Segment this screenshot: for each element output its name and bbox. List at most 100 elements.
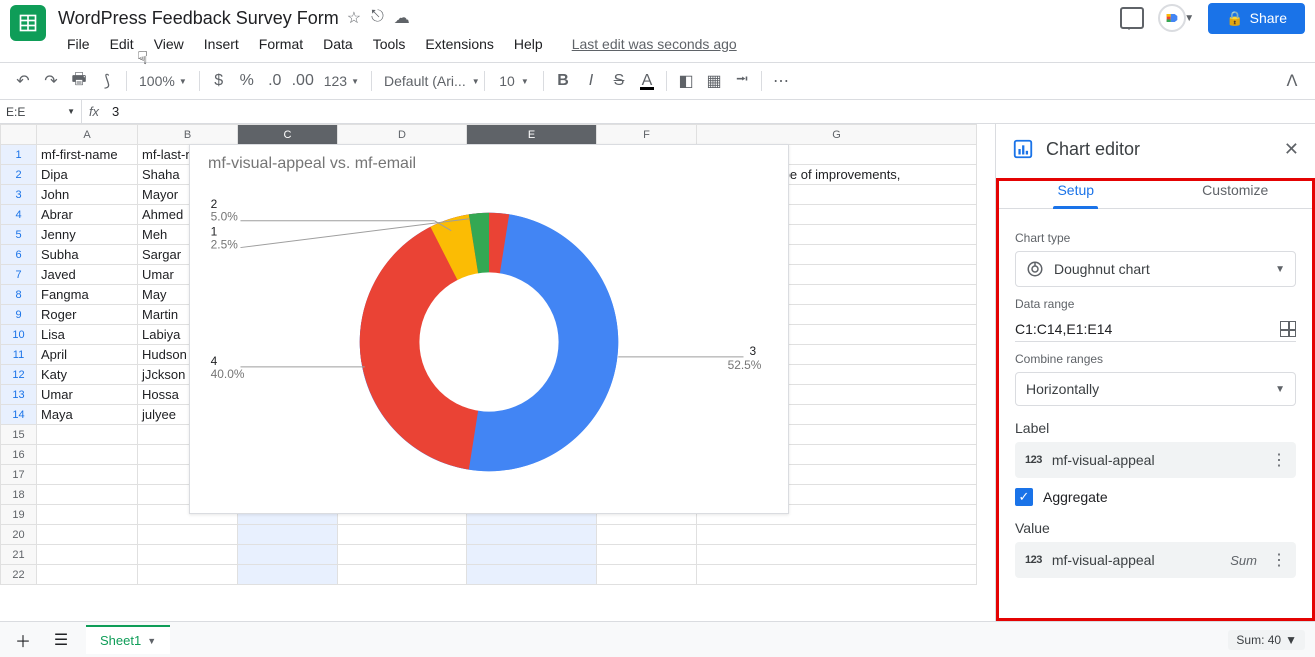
row-header-13[interactable]: 13 bbox=[1, 385, 37, 405]
cell[interactable]: John bbox=[37, 185, 138, 205]
cell[interactable] bbox=[238, 525, 338, 545]
text-color-button[interactable]: A bbox=[634, 68, 660, 94]
menu-help[interactable]: Help bbox=[505, 32, 552, 56]
cloud-icon[interactable]: ☁ bbox=[394, 8, 410, 28]
meet-icon[interactable] bbox=[1158, 4, 1186, 32]
cell[interactable] bbox=[37, 505, 138, 525]
star-icon[interactable]: ☆ bbox=[347, 8, 361, 28]
sum-indicator[interactable]: Sum: 40▼ bbox=[1228, 630, 1305, 650]
row-header-17[interactable]: 17 bbox=[1, 465, 37, 485]
close-editor-button[interactable]: ✕ bbox=[1284, 139, 1299, 160]
cell[interactable]: Abrar bbox=[37, 205, 138, 225]
undo-button[interactable]: ↶ bbox=[10, 68, 36, 94]
cell[interactable] bbox=[37, 465, 138, 485]
fill-color-button[interactable]: ◧ bbox=[673, 68, 699, 94]
value-chip[interactable]: 123 mf-visual-appeal Sum ⋮ bbox=[1015, 542, 1296, 578]
cell[interactable] bbox=[37, 445, 138, 465]
menu-file[interactable]: File bbox=[58, 32, 99, 56]
cell[interactable]: Subha bbox=[37, 245, 138, 265]
italic-button[interactable]: I bbox=[578, 68, 604, 94]
cell[interactable] bbox=[467, 565, 597, 585]
cell[interactable] bbox=[138, 565, 238, 585]
value-more-icon[interactable]: ⋮ bbox=[1271, 550, 1286, 570]
combine-ranges-select[interactable]: Horizontally▼ bbox=[1015, 372, 1296, 406]
move-icon[interactable]: ⎋ bbox=[371, 8, 384, 28]
col-header-F[interactable]: F bbox=[597, 125, 697, 145]
cell[interactable] bbox=[467, 525, 597, 545]
all-sheets-button[interactable]: ☰ bbox=[48, 627, 74, 653]
label-more-icon[interactable]: ⋮ bbox=[1271, 450, 1286, 470]
tab-setup[interactable]: Setup bbox=[996, 174, 1156, 208]
label-chip[interactable]: 123 mf-visual-appeal ⋮ bbox=[1015, 442, 1296, 478]
cell[interactable] bbox=[37, 565, 138, 585]
aggregate-checkbox[interactable]: ✓ Aggregate bbox=[1015, 488, 1296, 506]
cell[interactable] bbox=[238, 565, 338, 585]
cell[interactable] bbox=[467, 545, 597, 565]
menu-view[interactable]: View bbox=[145, 32, 193, 56]
share-button[interactable]: 🔒 Share bbox=[1208, 3, 1305, 34]
row-header-10[interactable]: 10 bbox=[1, 325, 37, 345]
row-header-6[interactable]: 6 bbox=[1, 245, 37, 265]
col-header-D[interactable]: D bbox=[338, 125, 467, 145]
cell[interactable] bbox=[37, 485, 138, 505]
row-header-12[interactable]: 12 bbox=[1, 365, 37, 385]
col-header-B[interactable]: B bbox=[138, 125, 238, 145]
cell[interactable] bbox=[138, 545, 238, 565]
cell[interactable]: Javed bbox=[37, 265, 138, 285]
row-header-4[interactable]: 4 bbox=[1, 205, 37, 225]
borders-button[interactable]: ▦ bbox=[701, 68, 727, 94]
collapse-toolbar-button[interactable]: ᐱ bbox=[1279, 68, 1305, 94]
menu-edit[interactable]: Edit bbox=[101, 32, 143, 56]
add-sheet-button[interactable]: ＋ bbox=[10, 627, 36, 653]
cell[interactable] bbox=[597, 545, 697, 565]
row-header-21[interactable]: 21 bbox=[1, 545, 37, 565]
menu-extensions[interactable]: Extensions bbox=[416, 32, 502, 56]
cell[interactable]: Katy bbox=[37, 365, 138, 385]
cell[interactable]: Maya bbox=[37, 405, 138, 425]
cell[interactable]: Roger bbox=[37, 305, 138, 325]
cell[interactable] bbox=[37, 545, 138, 565]
more-formats-select[interactable]: 123▼ bbox=[318, 71, 365, 91]
row-header-18[interactable]: 18 bbox=[1, 485, 37, 505]
cell[interactable]: Umar bbox=[37, 385, 138, 405]
cell[interactable] bbox=[338, 545, 467, 565]
increase-decimal-button[interactable]: .00 bbox=[290, 68, 316, 94]
formula-input[interactable]: 3 bbox=[106, 104, 1315, 119]
menu-data[interactable]: Data bbox=[314, 32, 362, 56]
row-header-8[interactable]: 8 bbox=[1, 285, 37, 305]
paint-format-button[interactable]: ⟆ bbox=[94, 68, 120, 94]
select-range-icon[interactable] bbox=[1280, 321, 1296, 337]
cell[interactable]: mf-first-name bbox=[37, 145, 138, 165]
row-header-19[interactable]: 19 bbox=[1, 505, 37, 525]
menu-tools[interactable]: Tools bbox=[364, 32, 415, 56]
cell[interactable] bbox=[697, 545, 977, 565]
redo-button[interactable]: ↷ bbox=[38, 68, 64, 94]
sheet-tab[interactable]: Sheet1▼ bbox=[86, 625, 170, 654]
row-header-7[interactable]: 7 bbox=[1, 265, 37, 285]
row-header-15[interactable]: 15 bbox=[1, 425, 37, 445]
cell[interactable] bbox=[597, 565, 697, 585]
cell[interactable] bbox=[138, 525, 238, 545]
comment-history-icon[interactable] bbox=[1120, 7, 1144, 29]
col-header-C[interactable]: C bbox=[238, 125, 338, 145]
row-header-5[interactable]: 5 bbox=[1, 225, 37, 245]
cell[interactable]: Dipa bbox=[37, 165, 138, 185]
row-header-11[interactable]: 11 bbox=[1, 345, 37, 365]
cell[interactable]: Jenny bbox=[37, 225, 138, 245]
bold-button[interactable]: B bbox=[550, 68, 576, 94]
col-header-A[interactable]: A bbox=[37, 125, 138, 145]
row-header-3[interactable]: 3 bbox=[1, 185, 37, 205]
currency-button[interactable]: $ bbox=[206, 68, 232, 94]
more-tools-button[interactable]: ⋯ bbox=[768, 68, 794, 94]
zoom-select[interactable]: 100%▼ bbox=[133, 71, 193, 91]
tab-customize[interactable]: Customize bbox=[1156, 174, 1315, 208]
font-select[interactable]: Default (Ari...▼ bbox=[378, 71, 478, 91]
cell[interactable] bbox=[37, 425, 138, 445]
spreadsheet-grid[interactable]: ABCDEFG1mf-first-namemf-last-namemf-emai… bbox=[0, 124, 995, 621]
chart-embed[interactable]: mf-visual-appeal vs. mf-email bbox=[189, 144, 789, 514]
col-header-E[interactable]: E bbox=[467, 125, 597, 145]
cell[interactable]: April bbox=[37, 345, 138, 365]
print-button[interactable]: 🖶 bbox=[66, 68, 92, 94]
cell[interactable] bbox=[37, 525, 138, 545]
row-header-2[interactable]: 2 bbox=[1, 165, 37, 185]
